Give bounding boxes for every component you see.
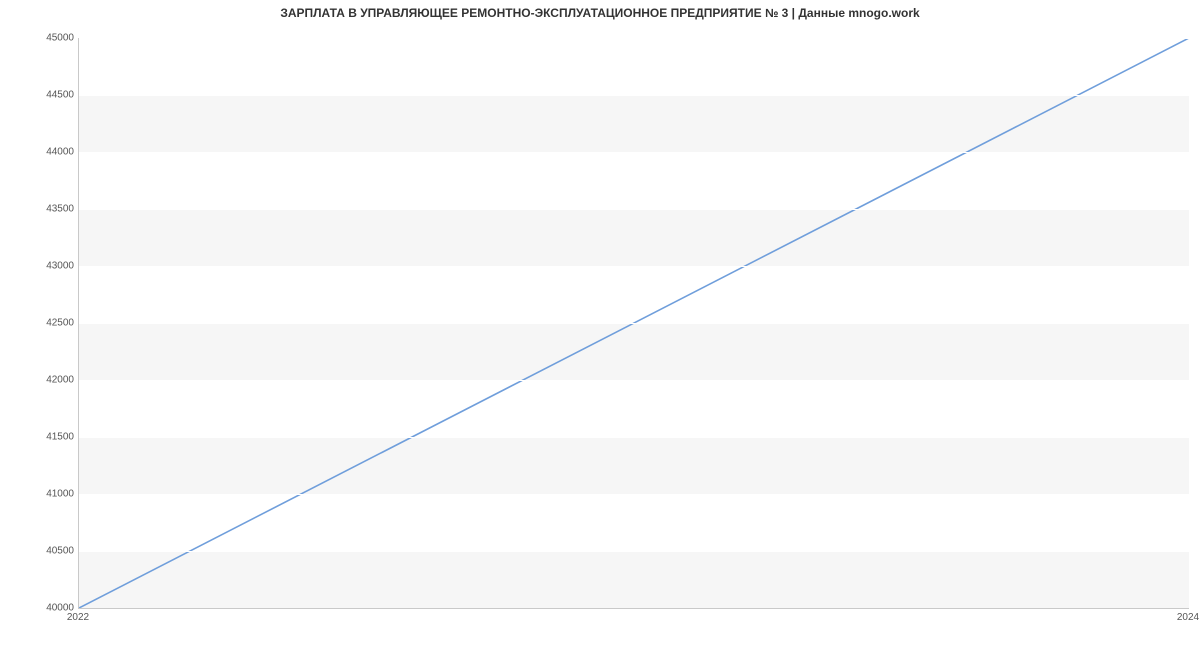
gridline <box>79 266 1189 267</box>
y-tick-label: 43000 <box>34 261 74 272</box>
y-tick-label: 44500 <box>34 90 74 101</box>
plot-area <box>78 38 1189 609</box>
gridline <box>79 380 1189 381</box>
gridline <box>79 323 1189 324</box>
gridline <box>79 437 1189 438</box>
x-tick-label: 2022 <box>67 612 89 623</box>
y-tick-label: 45000 <box>34 33 74 44</box>
x-tick-label: 2024 <box>1177 612 1199 623</box>
gridline <box>79 494 1189 495</box>
chart-title: ЗАРПЛАТА В УПРАВЛЯЮЩЕЕ РЕМОНТНО-ЭКСПЛУАТ… <box>0 6 1200 20</box>
gridline <box>79 95 1189 96</box>
gridline <box>79 209 1189 210</box>
y-tick-label: 44000 <box>34 147 74 158</box>
y-tick-label: 42000 <box>34 375 74 386</box>
y-tick-label: 41000 <box>34 489 74 500</box>
y-tick-label: 42500 <box>34 318 74 329</box>
y-tick-label: 43500 <box>34 204 74 215</box>
y-tick-label: 41500 <box>34 432 74 443</box>
y-tick-label: 40500 <box>34 546 74 557</box>
line-chart: ЗАРПЛАТА В УПРАВЛЯЮЩЕЕ РЕМОНТНО-ЭКСПЛУАТ… <box>0 0 1200 650</box>
gridline <box>79 152 1189 153</box>
gridline <box>79 38 1189 39</box>
gridline <box>79 551 1189 552</box>
gridline <box>79 608 1189 609</box>
